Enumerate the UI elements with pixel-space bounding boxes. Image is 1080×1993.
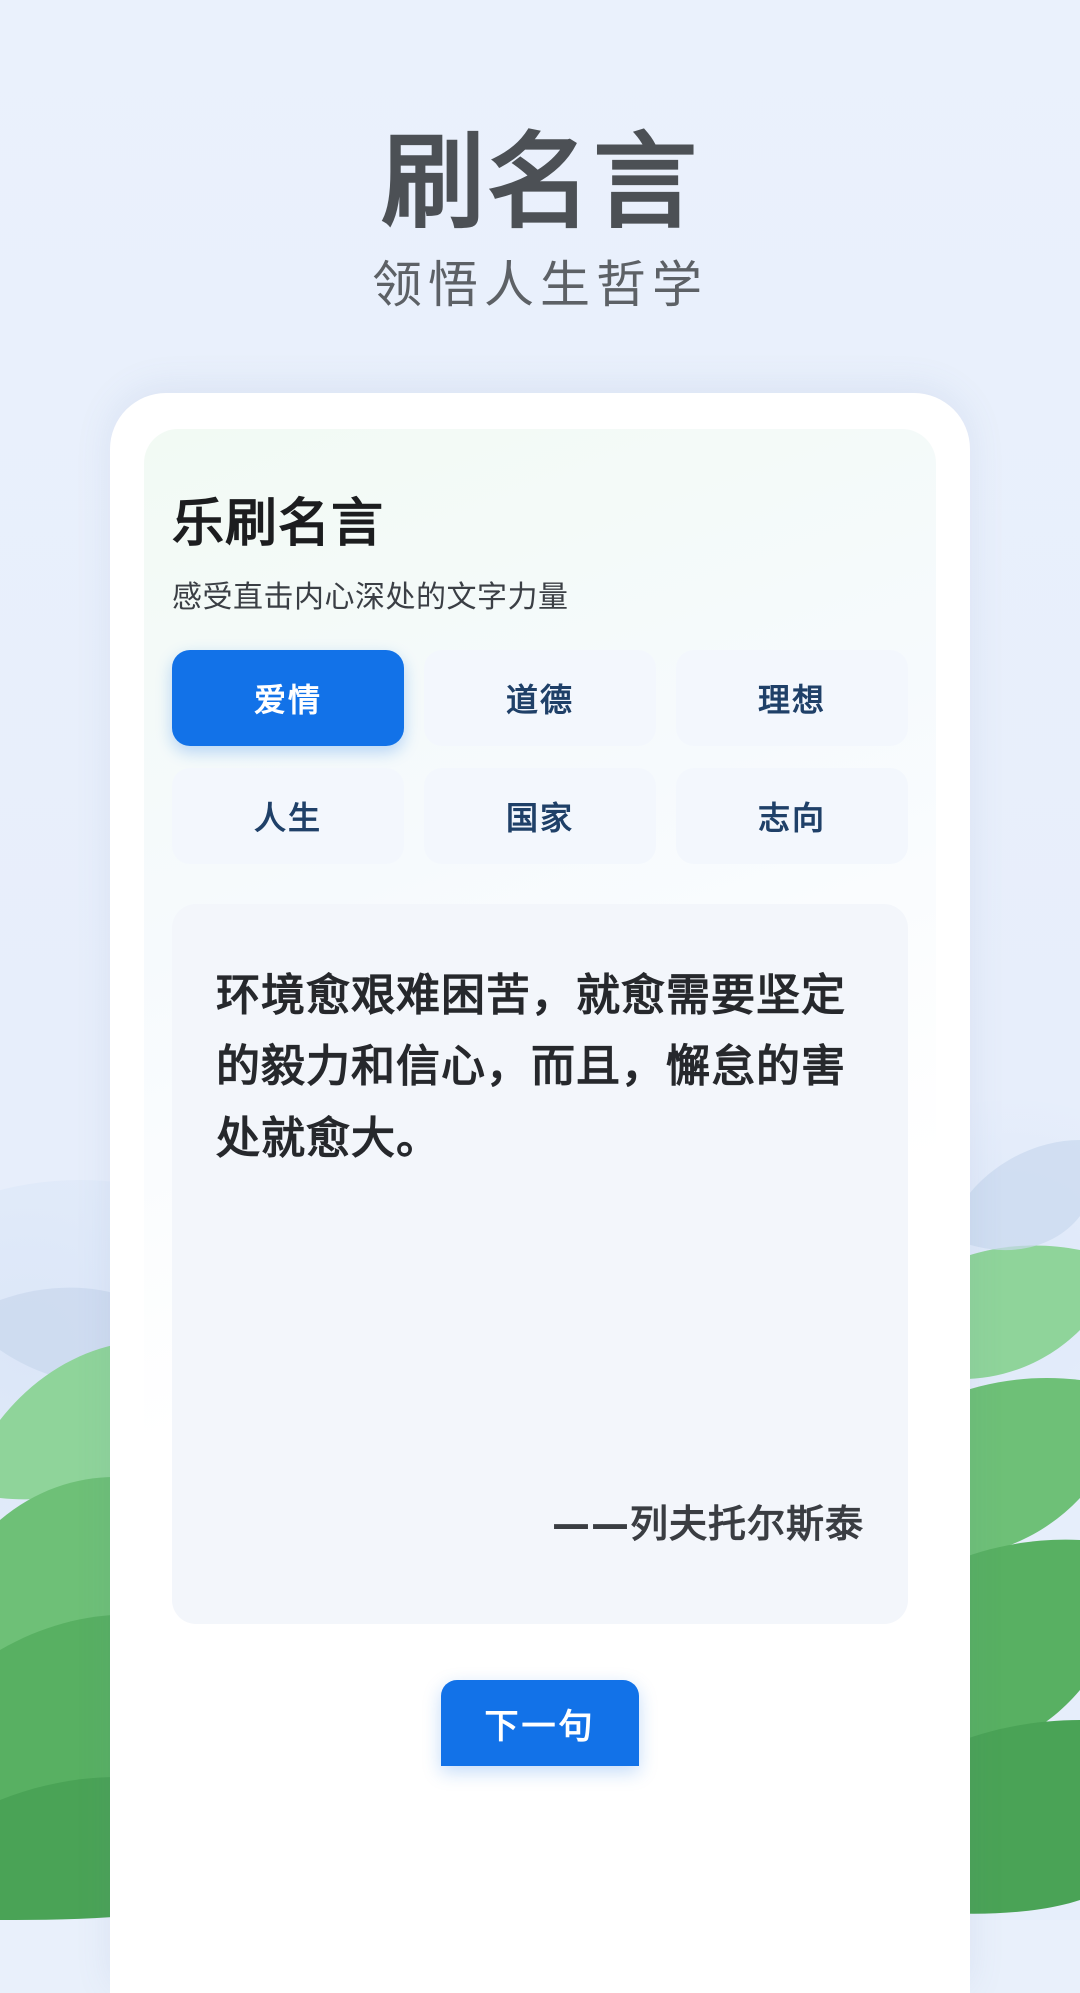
quote-author: ——列夫托尔斯泰 [551,1502,864,1546]
category-chip-guojia[interactable]: 国家 [424,768,656,864]
category-chip-label: 爱情 [253,681,322,719]
phone-frame: 乐刷名言 感受直击内心深处的文字力量 爱情 道德 理想 人生 国家 志向 环境愈… [110,393,970,1993]
category-chip-lixiang[interactable]: 理想 [676,650,908,746]
category-chip-label: 道德 [505,681,574,719]
category-chip-grid: 爱情 道德 理想 人生 国家 志向 [172,650,908,864]
category-chip-label: 国家 [505,799,574,837]
category-chip-daode[interactable]: 道德 [424,650,656,746]
app-subtitle: 领悟人生哲学 [372,256,708,315]
category-chip-rensheng[interactable]: 人生 [172,768,404,864]
app-header: 刷名言 领悟人生哲学 [0,0,1080,315]
category-chip-label: 理想 [757,681,826,719]
card-title: 乐刷名言 [172,494,385,554]
quote-panel: 环境愈艰难困苦，就愈需要坚定的毅力和信心，而且，懈怠的害处就愈大。 ——列夫托尔… [172,904,908,1624]
phone-screen: 乐刷名言 感受直击内心深处的文字力量 爱情 道德 理想 人生 国家 志向 环境愈… [144,429,936,1993]
card-subtitle: 感受直击内心深处的文字力量 [172,580,569,615]
screen-content: 乐刷名言 感受直击内心深处的文字力量 爱情 道德 理想 人生 国家 志向 环境愈… [144,429,936,1993]
category-chip-zhixiang[interactable]: 志向 [676,768,908,864]
category-chip-aiqing[interactable]: 爱情 [172,650,404,746]
next-button-container: 下一句 [172,1680,908,1766]
category-chip-label: 志向 [757,799,826,837]
next-quote-button[interactable]: 下一句 [441,1680,639,1766]
category-chip-label: 人生 [253,799,322,837]
app-title: 刷名言 [380,121,699,243]
quote-text: 环境愈艰难困苦，就愈需要坚定的毅力和信心，而且，懈怠的害处就愈大。 [216,970,846,1164]
